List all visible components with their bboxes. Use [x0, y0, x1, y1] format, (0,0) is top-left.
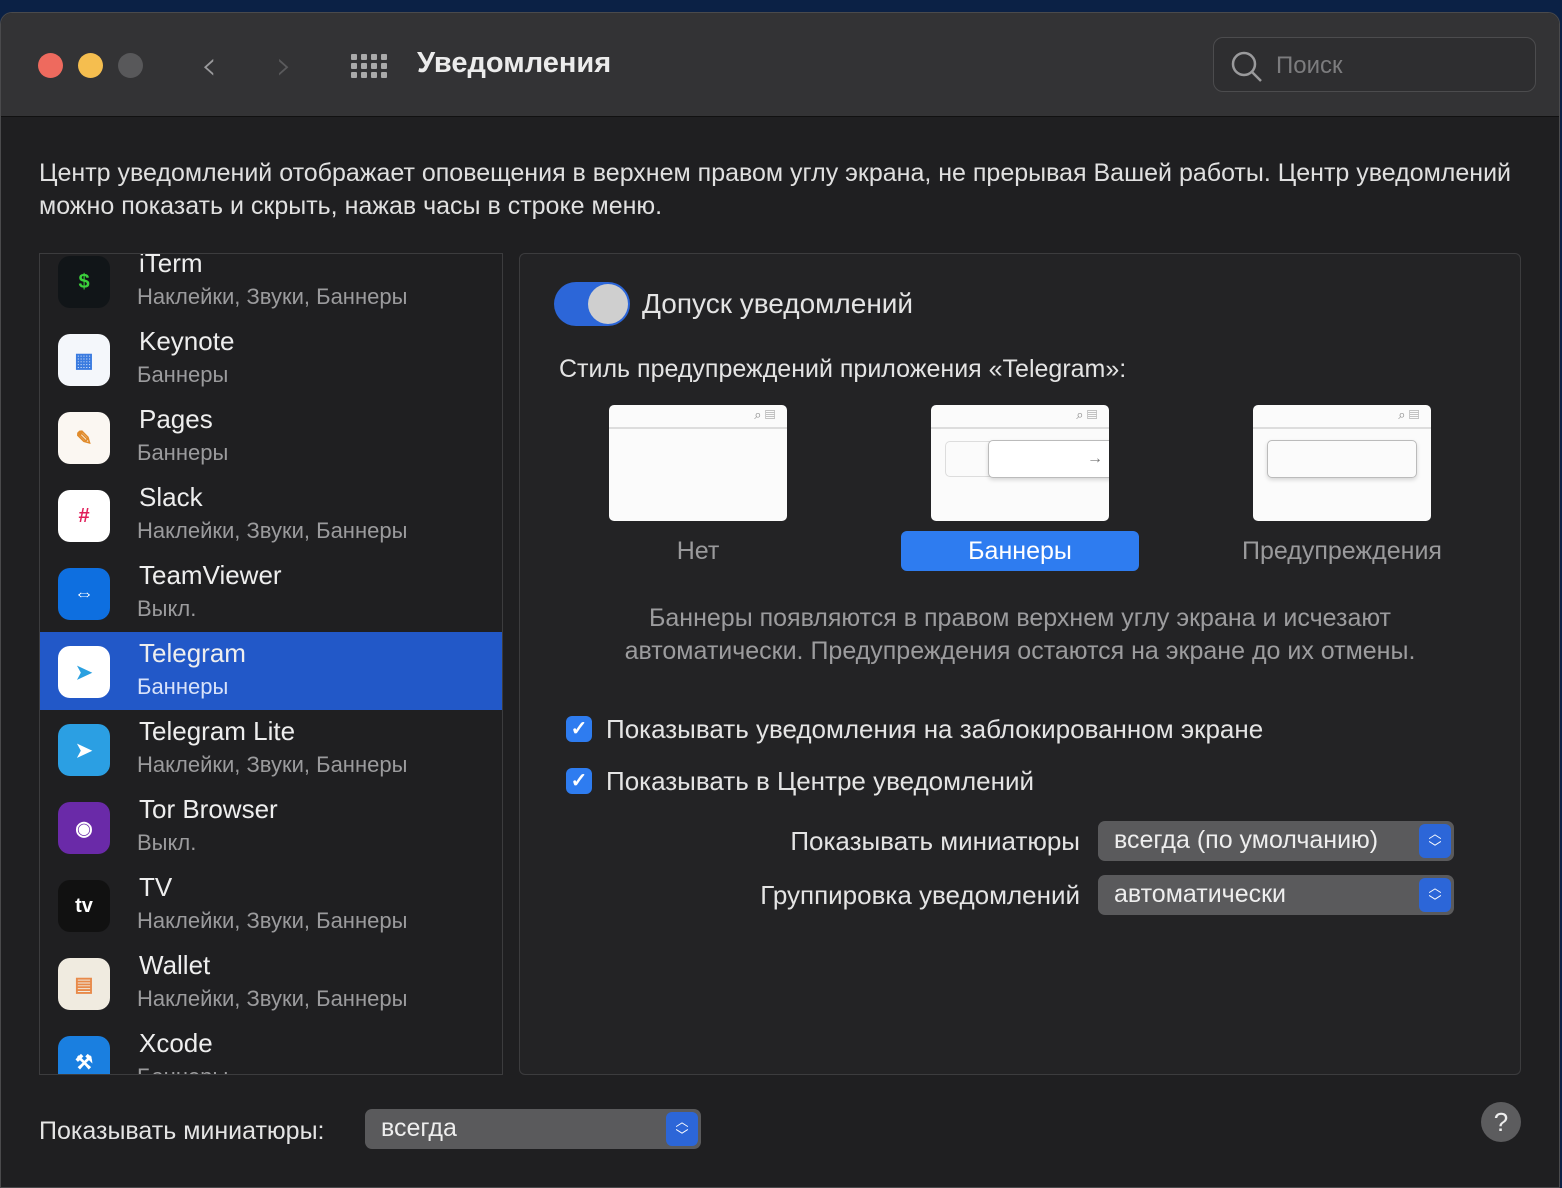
app-name: iTerm: [139, 253, 203, 278]
app-notification-types: Наклейки, Звуки, Баннеры: [137, 752, 408, 777]
lock-screen-label: Показывать уведомления на заблокированно…: [606, 714, 1264, 744]
app-notification-types: Баннеры: [137, 1064, 228, 1074]
search-icon: [1231, 51, 1262, 82]
show-previews-label: Показывать миниатюры: [790, 826, 1080, 856]
app-notification-types: Выкл.: [137, 830, 197, 855]
app-list-item[interactable]: ⇔ TeamViewer Выкл.: [40, 554, 502, 632]
app-name: Tor Browser: [139, 794, 278, 824]
app-notification-types: Наклейки, Звуки, Баннеры: [137, 518, 408, 543]
app-list[interactable]: $ iTerm Наклейки, Звуки, Баннеры ▦ Keynot…: [39, 253, 503, 1075]
app-notification-types: Наклейки, Звуки, Баннеры: [137, 284, 408, 309]
allow-notifications-label: Допуск уведомлений: [642, 288, 914, 319]
chevron-updown-icon: ︿ ﹀: [1419, 878, 1451, 912]
allow-notifications-toggle[interactable]: [554, 282, 630, 326]
zoom-button[interactable]: [118, 53, 143, 78]
show-previews-select[interactable]: всегда (по умолчанию) ︿ ﹀: [1098, 821, 1454, 861]
app-list-item[interactable]: $ iTerm Наклейки, Звуки, Баннеры: [40, 253, 502, 320]
style-option-none[interactable]: Нет: [579, 531, 817, 571]
app-icon: ▤: [58, 958, 110, 1010]
style-option-alerts[interactable]: Предупреждения: [1223, 531, 1461, 571]
alert-style-label: Стиль предупреждений приложения «Telegra…: [559, 355, 1127, 383]
grouping-select[interactable]: автоматически ︿ ﹀: [1098, 875, 1454, 915]
footer-previews-select[interactable]: всегда ︿ ﹀: [365, 1109, 701, 1149]
chevron-updown-icon: ︿ ﹀: [1419, 824, 1451, 858]
titlebar: ‹ › Уведомления Поиск: [1, 13, 1559, 117]
style-preview-alerts[interactable]: ⌕ ▤: [1253, 405, 1431, 521]
app-name: Pages: [139, 404, 213, 434]
show-previews-value: всегда (по умолчанию): [1114, 826, 1379, 854]
app-name: Slack: [139, 482, 203, 512]
app-list-item[interactable]: ▤ Wallet Наклейки, Звуки, Баннеры: [40, 944, 502, 1022]
back-icon[interactable]: ‹: [201, 43, 217, 89]
app-name: Wallet: [139, 950, 211, 980]
app-name: TeamViewer: [139, 560, 282, 590]
app-name: Telegram: [139, 638, 246, 668]
app-notification-types: Баннеры: [137, 440, 229, 465]
search-input[interactable]: Поиск: [1213, 37, 1536, 92]
app-icon: ▦: [58, 334, 110, 386]
app-notification-types: Баннеры: [137, 674, 229, 699]
notification-center-checkbox[interactable]: ✓: [566, 768, 592, 794]
app-icon: ✎: [58, 412, 110, 464]
footer-previews-label: Показывать миниатюры:: [39, 1117, 325, 1145]
app-name: Keynote: [139, 326, 235, 356]
app-name: TV: [139, 872, 173, 902]
app-list-item[interactable]: ➤ Telegram Lite Наклейки, Звуки, Баннеры: [40, 710, 502, 788]
app-list-item[interactable]: ➤ Telegram Баннеры: [40, 632, 502, 710]
window-title: Уведомления: [417, 47, 612, 79]
minimize-button[interactable]: [78, 53, 103, 78]
app-icon: $: [58, 256, 110, 308]
description: Центр уведомлений отображает оповещения …: [39, 159, 1512, 220]
app-settings-pane: Допуск уведомлений Стиль предупреждений …: [519, 253, 1521, 1075]
app-name: Xcode: [139, 1028, 213, 1058]
app-icon: tv: [58, 880, 110, 932]
app-notification-types: Наклейки, Звуки, Баннеры: [137, 986, 408, 1011]
app-name: Telegram Lite: [139, 716, 296, 746]
app-list-item[interactable]: ▦ Keynote Баннеры: [40, 320, 502, 398]
app-notification-types: Выкл.: [137, 596, 197, 621]
app-icon: #: [58, 490, 110, 542]
lock-screen-checkbox[interactable]: ✓: [566, 716, 592, 742]
app-notification-types: Баннеры: [137, 362, 229, 387]
app-list-item[interactable]: # Slack Наклейки, Звуки, Баннеры: [40, 476, 502, 554]
style-preview-banners[interactable]: ⌕ ▤ →: [931, 405, 1109, 521]
app-notification-types: Наклейки, Звуки, Баннеры: [137, 908, 408, 933]
app-list-item[interactable]: ✎ Pages Баннеры: [40, 398, 502, 476]
grouping-value: автоматически: [1114, 880, 1286, 908]
app-icon: ◉: [58, 802, 110, 854]
help-button[interactable]: ?: [1481, 1102, 1521, 1142]
style-option-banners[interactable]: Баннеры: [901, 531, 1139, 571]
forward-icon[interactable]: ›: [276, 43, 292, 89]
app-icon: ⚒: [58, 1036, 110, 1074]
search-placeholder: Поиск: [1276, 52, 1343, 79]
chevron-updown-icon: ︿ ﹀: [666, 1112, 698, 1146]
app-icon: ➤: [58, 646, 110, 698]
notifications-window: ‹ › Уведомления Поиск Центр уведомлений …: [0, 12, 1560, 1188]
style-preview-none[interactable]: ⌕ ▤: [609, 405, 787, 521]
close-button[interactable]: [38, 53, 63, 78]
style-description: Баннеры появляются в правом верхнем углу…: [624, 604, 1416, 665]
app-icon: ⇔: [58, 568, 110, 620]
app-list-item[interactable]: ◉ Tor Browser Выкл.: [40, 788, 502, 866]
footer-previews-value: всегда: [381, 1114, 457, 1142]
app-list-item[interactable]: tv TV Наклейки, Звуки, Баннеры: [40, 866, 502, 944]
notification-center-label: Показывать в Центре уведомлений: [606, 766, 1035, 796]
app-icon: ➤: [58, 724, 110, 776]
show-all-grid-icon[interactable]: [351, 54, 387, 78]
grouping-label: Группировка уведомлений: [760, 880, 1080, 910]
app-list-item[interactable]: ⚒ Xcode Баннеры: [40, 1022, 502, 1074]
